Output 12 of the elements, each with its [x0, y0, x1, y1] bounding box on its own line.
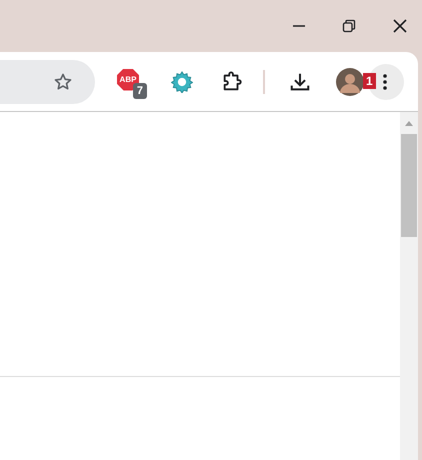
avatar[interactable]: [336, 68, 364, 96]
close-icon[interactable]: [392, 18, 408, 34]
scrollbar[interactable]: [400, 112, 418, 460]
count-badge: 7: [132, 82, 147, 98]
logo-text: ABP: [120, 74, 136, 86]
restore-icon[interactable]: [342, 19, 356, 33]
puzzle-icon[interactable]: [221, 70, 243, 92]
menu-icon[interactable]: [383, 74, 387, 90]
callout-badge: 1: [363, 72, 376, 88]
star-icon[interactable]: [53, 72, 73, 92]
gear-icon[interactable]: [171, 70, 193, 92]
scrollbar-thumb[interactable]: [401, 134, 417, 237]
